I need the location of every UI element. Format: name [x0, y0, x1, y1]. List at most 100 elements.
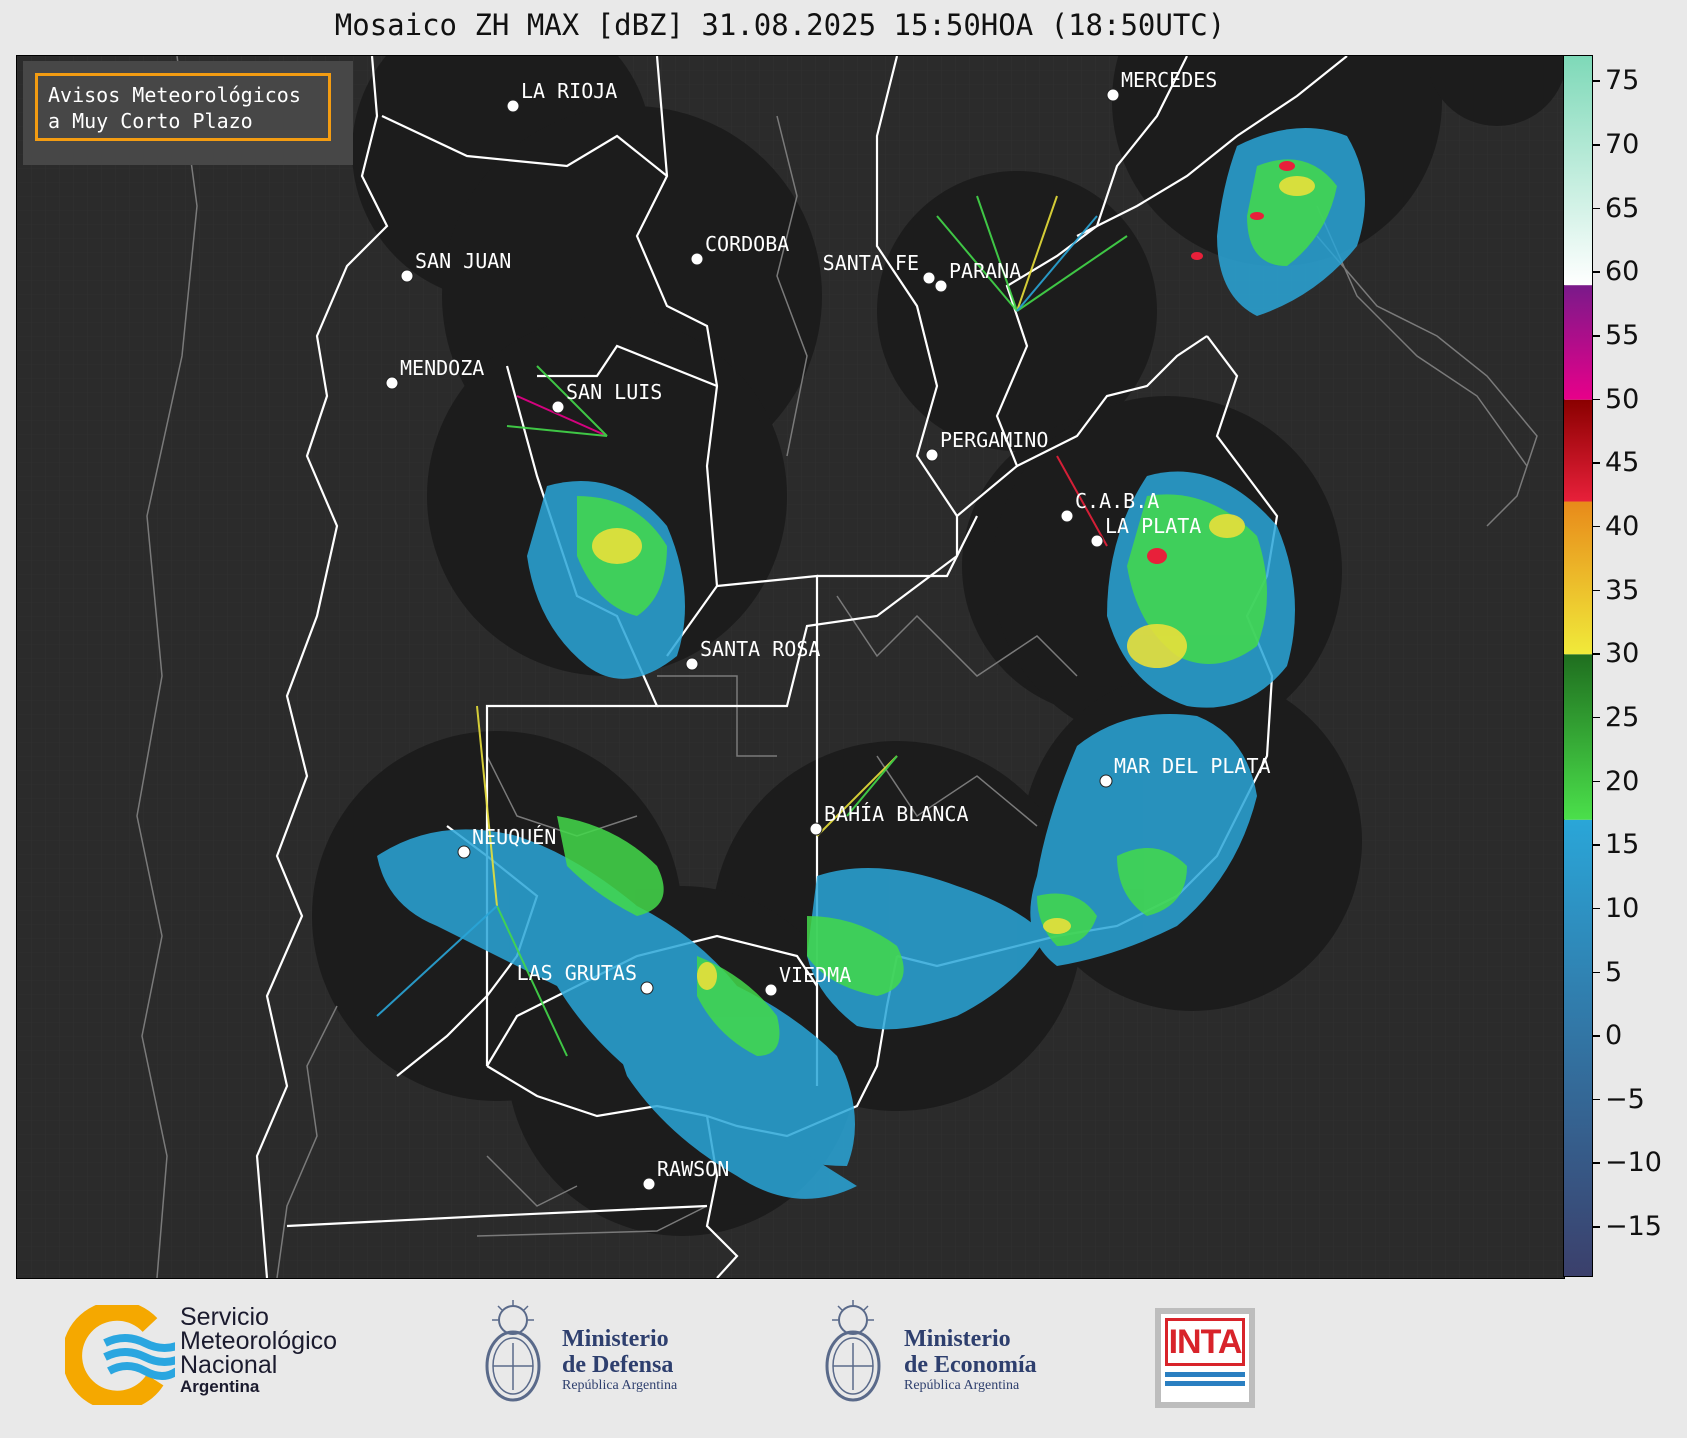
city-label: SANTA ROSA	[700, 637, 820, 661]
city-dot	[642, 1177, 656, 1191]
city-label: MAR DEL PLATA	[1114, 754, 1271, 778]
defensa-line2: de Defensa	[562, 1352, 674, 1378]
colorbar-gradient	[1564, 56, 1592, 1276]
city-dot	[922, 271, 936, 285]
notice-panel: Avisos Meteorológicos a Muy Corto Plazo	[23, 61, 353, 165]
colorbar-band	[1564, 501, 1592, 655]
radar-map-canvas: LA RIOJA MERCEDES CORDOBA SAN JUAN SANTA FE P…	[17, 56, 1564, 1278]
city-label: RAWSON	[657, 1157, 729, 1181]
city-dot	[457, 845, 471, 859]
tick-label: 65	[1605, 192, 1640, 224]
tick-mark	[1593, 207, 1600, 210]
city-label: VIEDMA	[779, 963, 851, 987]
tick-mark	[1593, 1035, 1600, 1037]
tick-label: −5	[1605, 1083, 1645, 1115]
tick-mark	[1593, 144, 1600, 146]
smn-emblem-icon	[65, 1305, 175, 1405]
tick-label: 60	[1605, 256, 1640, 288]
city-dot	[640, 981, 654, 995]
radar-map[interactable]: LA RIOJA MERCEDES CORDOBA SAN JUAN SANTA FE P…	[16, 55, 1565, 1279]
tick-mark	[1593, 780, 1600, 783]
tick-label: 25	[1605, 701, 1640, 733]
city-label: LAS GRUTAS	[517, 961, 637, 985]
tick-label: 70	[1605, 129, 1640, 161]
inta-stripe	[1165, 1372, 1245, 1377]
tick-label: 35	[1605, 574, 1640, 606]
tick-label: 30	[1605, 638, 1640, 670]
city-dot	[925, 448, 939, 462]
tick-mark	[1593, 80, 1600, 82]
city-dot	[764, 983, 778, 997]
smn-line3: Nacional	[180, 1351, 278, 1379]
inta-wordmark: INTA	[1165, 1318, 1245, 1366]
tick-mark	[1593, 1226, 1600, 1228]
tick-mark	[1593, 271, 1600, 273]
tick-label: 15	[1605, 829, 1640, 861]
coat-of-arms-icon	[485, 1300, 541, 1402]
city-label: PARANA	[949, 259, 1021, 283]
city-dot	[1090, 534, 1104, 548]
city-label: PERGAMINO	[940, 428, 1048, 452]
colorbar-band	[1564, 285, 1592, 400]
defensa-logo: Ministerio de Defensa República Argentin…	[478, 1298, 738, 1418]
tick-label: 0	[1605, 1020, 1623, 1052]
colorbar-band	[1564, 654, 1592, 820]
city-dot	[506, 99, 520, 113]
tick-mark	[1593, 462, 1600, 464]
tick-mark	[1593, 844, 1600, 846]
inta-stripe	[1165, 1381, 1245, 1386]
coat-of-arms-icon	[825, 1300, 881, 1402]
city-dot	[690, 252, 704, 266]
tick-label: 45	[1605, 447, 1640, 479]
city-dot	[934, 279, 948, 293]
map-title: Mosaico ZH MAX [dBZ] 31.08.2025 15:50HOA…	[334, 8, 1226, 42]
smn-line4: Argentina	[180, 1377, 260, 1396]
economia-line2: de Economía	[904, 1352, 1037, 1378]
tick-label: 55	[1605, 320, 1640, 352]
city-dot	[1060, 509, 1074, 523]
city-label: LA RIOJA	[521, 79, 617, 103]
colorbar-band	[1564, 56, 1592, 286]
city-label: MENDOZA	[400, 356, 484, 380]
colorbar-band	[1564, 399, 1592, 502]
tick-label: −10	[1605, 1147, 1662, 1179]
inta-logo: INTA	[1155, 1308, 1255, 1408]
footer-logos: Servicio Meteorológico Nacional Argentin…	[0, 1280, 1687, 1438]
defensa-line1: Ministerio	[562, 1326, 669, 1352]
tick-label: −15	[1605, 1211, 1662, 1243]
city-label: C.A.B.A	[1075, 489, 1159, 513]
tick-mark	[1593, 1098, 1600, 1101]
tick-label: 20	[1605, 765, 1640, 797]
city-dot	[385, 376, 399, 390]
tick-label: 75	[1605, 65, 1640, 97]
tick-label: 5	[1605, 956, 1623, 988]
smn-line1: Servicio	[180, 1303, 269, 1331]
notice-box: Avisos Meteorológicos a Muy Corto Plazo	[35, 73, 331, 141]
notice-line1: Avisos Meteorológicos	[48, 83, 301, 107]
tick-mark	[1593, 716, 1600, 719]
smn-line2: Meteorológico	[180, 1327, 338, 1355]
tick-label: 10	[1605, 892, 1640, 924]
tick-mark	[1593, 653, 1600, 655]
city-dot	[551, 400, 565, 414]
city-label: SANTA FE	[823, 251, 919, 275]
economia-line3: República Argentina	[904, 1378, 1020, 1393]
tick-label: 40	[1605, 510, 1640, 542]
city-dot	[809, 822, 823, 836]
tick-mark	[1593, 1162, 1600, 1164]
tick-mark	[1593, 525, 1600, 528]
city-dot	[685, 657, 699, 671]
city-label: NEUQUÉN	[472, 825, 556, 849]
tick-mark	[1593, 907, 1600, 910]
tick-mark	[1593, 335, 1600, 337]
economia-logo: Ministerio de Economía República Argenti…	[818, 1298, 1098, 1418]
city-dot	[1099, 774, 1113, 788]
defensa-line3: República Argentina	[562, 1378, 678, 1393]
city-label: SAN JUAN	[415, 249, 511, 273]
notice-line2: a Muy Corto Plazo	[48, 109, 253, 133]
city-label: BAHÍA BLANCA	[824, 802, 969, 826]
colorbar-band	[1564, 819, 1592, 1276]
tick-mark	[1593, 589, 1600, 592]
city-label: MERCEDES	[1121, 68, 1217, 92]
tick-mark	[1593, 398, 1600, 401]
